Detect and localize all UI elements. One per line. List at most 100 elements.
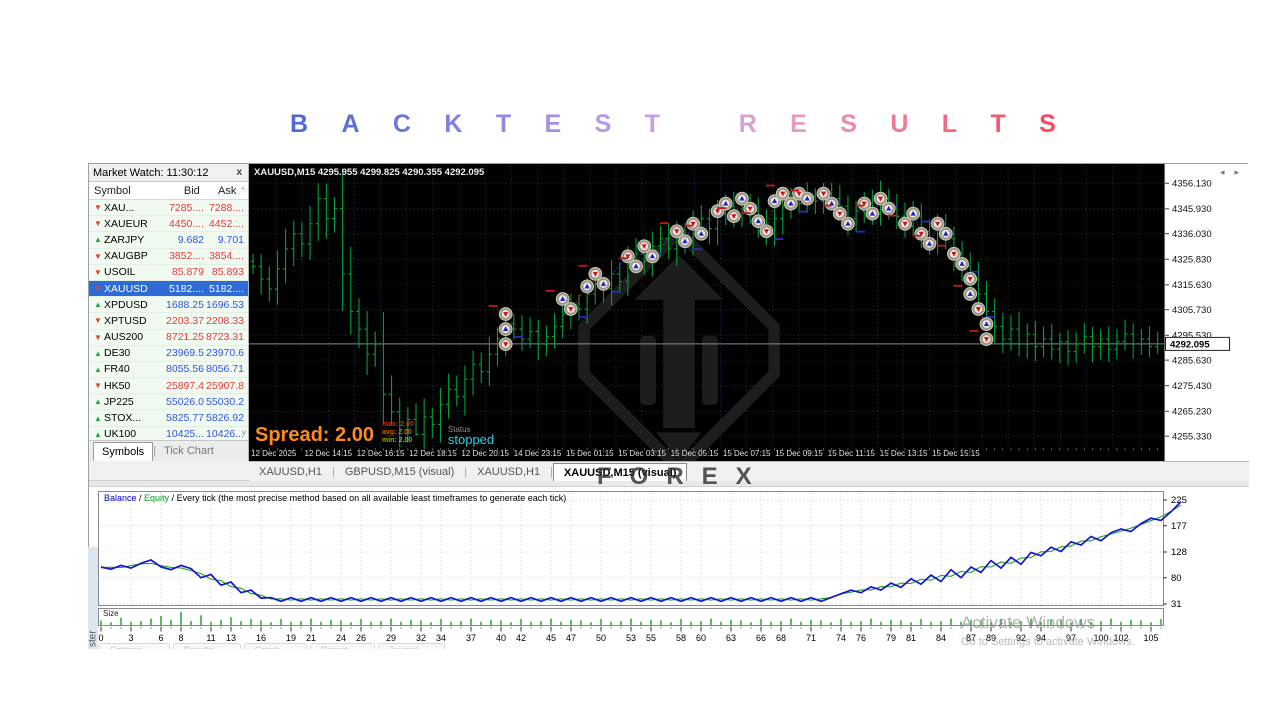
scroll-down-icon[interactable]: v: [242, 428, 246, 437]
market-watch-row-STOX[interactable]: ▲ STOX... 5825.77 5826.92: [89, 410, 248, 427]
symbol-label: JP225: [104, 395, 134, 408]
column-symbol[interactable]: Symbol: [89, 185, 156, 197]
chart-panel[interactable]: XAUUSD,M15 4295.955 4299.825 4290.355 42…: [249, 164, 1164, 461]
trade-marker[interactable]: [678, 234, 692, 249]
trade-marker[interactable]: [963, 287, 978, 301]
trade-marker[interactable]: [963, 272, 978, 286]
trade-marker[interactable]: [979, 332, 994, 347]
chart-tab-xauusd-h1[interactable]: XAUUSD,H1: [249, 462, 332, 481]
title-letter: L: [941, 110, 958, 138]
trade-marker[interactable]: [881, 201, 896, 216]
time-axis-label: 14 Dec 23:15: [513, 449, 562, 458]
time-axis-label: 12 Dec 16:15: [356, 449, 405, 458]
market-watch-row-AUS200[interactable]: ▼ AUS200 8721.25 8723.31: [89, 329, 248, 346]
price-tick-label: 4255.330: [1172, 432, 1212, 443]
trade-marker[interactable]: [955, 256, 969, 271]
market-watch-row-XPTUSD[interactable]: ▼ XPTUSD 2203.37 2208.33: [89, 313, 248, 330]
title-letter: T: [495, 110, 512, 138]
arrow-down-icon: ▼: [94, 203, 102, 213]
trade-marker[interactable]: [922, 236, 937, 251]
tester-y-tick-label: 31: [1171, 599, 1182, 610]
market-watch-tab-tick-chart[interactable]: Tick Chart: [156, 441, 222, 461]
trade-marker[interactable]: [498, 322, 513, 336]
trade-marker[interactable]: [580, 279, 595, 294]
ask-value: 3854....: [208, 250, 244, 263]
column-ask[interactable]: Ask: [200, 185, 239, 197]
trade-marker[interactable]: [645, 249, 660, 264]
tester-legend: Balance / Equity / Every tick (the most …: [104, 493, 566, 503]
title-letter: C: [392, 110, 411, 138]
tester-tab-results[interactable]: Results: [172, 643, 241, 649]
trade-marker[interactable]: [498, 307, 513, 321]
tab-nav-left-icon[interactable]: ◂: [1220, 167, 1225, 178]
tester-tab-report[interactable]: Report: [309, 643, 375, 649]
trade-marker[interactable]: [563, 302, 578, 316]
ask-value: 1696.53: [206, 298, 244, 311]
market-watch-row-XAUUSD[interactable]: ▼ XAUUSD 5182.... 5182....: [89, 280, 248, 298]
spread-value: Spread: 2.00: [255, 424, 374, 446]
ask-value: 8723.31: [206, 331, 244, 344]
trade-marker[interactable]: [694, 226, 709, 241]
ask-value: 5826.92: [206, 412, 244, 425]
market-watch-row-XAUEUR[interactable]: ▼ XAUEUR 4450.... 4452....: [89, 216, 248, 233]
title-letter: B: [290, 110, 309, 138]
trade-marker[interactable]: [865, 206, 880, 221]
trade-marker[interactable]: [629, 259, 643, 274]
price-scale[interactable]: 4356.130 4345.930 4336.030 4325.830 4315.630…: [1164, 164, 1249, 461]
market-watch-tab-symbols[interactable]: Symbols: [93, 442, 154, 461]
market-watch-row-USOIL[interactable]: ▼ USOIL 85.879 85.893: [89, 264, 248, 281]
tester-tab-journal[interactable]: Journal: [377, 643, 446, 649]
symbol-label: USOIL: [104, 266, 136, 279]
symbol-label: HK50: [104, 379, 131, 392]
tester-x-tick-label: 71: [806, 633, 816, 643]
scroll-up-icon[interactable]: ^: [238, 186, 248, 195]
trade-marker[interactable]: [971, 302, 986, 316]
trade-marker[interactable]: [800, 191, 815, 206]
tester-x-tick-label: 105: [1143, 633, 1158, 643]
market-watch-row-DE30[interactable]: ▲ DE30 23969.5 23970.6: [89, 345, 248, 362]
trade-marker[interactable]: [938, 226, 953, 241]
trade-marker[interactable]: [906, 206, 921, 221]
market-watch-row-ZARJPY[interactable]: ▲ ZARJPY 9.682 9.701: [89, 232, 248, 249]
trade-marker[interactable]: [759, 224, 774, 239]
tester-x-tick-label: 8: [178, 633, 183, 643]
chart-ohlc-title: XAUUSD,M15 4295.955 4299.825 4290.355 42…: [254, 167, 485, 178]
tester-x-tick-label: 19: [286, 633, 296, 643]
market-watch-row-JP225[interactable]: ▲ JP225 55026.0 55030.2: [89, 394, 248, 411]
chart-tab-gbpusd-m15-visual-[interactable]: GBPUSD,M15 (visual): [335, 462, 464, 481]
time-axis[interactable]: 12 Dec 2025 12 Dec 14:15 12 Dec 16:15 12 De…: [249, 447, 1164, 461]
market-watch-row-FR40[interactable]: ▲ FR40 8055.56 8056.71: [89, 361, 248, 379]
tester-x-tick-label: 84: [936, 633, 946, 643]
market-watch-row-XAU[interactable]: ▼ XAU... 7285.... 7288....: [89, 200, 248, 217]
chart-tab-xauusd-h1[interactable]: XAUUSD,H1: [467, 462, 550, 481]
trade-marker[interactable]: [726, 209, 741, 224]
tester-tab-settings[interactable]: Settings: [99, 643, 170, 649]
market-watch-row-XAUGBP[interactable]: ▼ XAUGBP 3852.... 3854....: [89, 248, 248, 265]
bid-value: 85.879: [171, 266, 204, 279]
bid-value: 9.682: [177, 233, 204, 246]
bid-value: 7285....: [168, 201, 204, 214]
trade-marker[interactable]: [596, 277, 611, 291]
tab-nav-right-icon[interactable]: ▸: [1234, 167, 1239, 178]
broker-logo-watermark: [578, 224, 780, 461]
price-tick-label: 4265.230: [1172, 407, 1212, 418]
column-bid[interactable]: Bid: [156, 185, 200, 197]
close-icon[interactable]: x: [234, 167, 244, 178]
arrow-up-icon: ▲: [94, 429, 102, 439]
ask-value: 85.893: [211, 266, 244, 279]
tester-x-tick-label: 74: [836, 633, 846, 643]
trade-marker[interactable]: [841, 216, 855, 231]
trade-marker[interactable]: [979, 317, 994, 331]
market-watch-row-XPDUSD[interactable]: ▲ XPDUSD 1688.25 1696.53: [89, 297, 248, 314]
time-axis-label: 15 Dec 03:15: [618, 449, 666, 458]
title-letter: T: [990, 110, 1006, 138]
market-watch-row-HK50[interactable]: ▼ HK50 25897.4 25907.8: [89, 378, 248, 395]
tester-tab-graph[interactable]: Graph: [243, 643, 307, 649]
candlestick-chart[interactable]: [249, 164, 1164, 461]
price-tick-label: 4285.630: [1172, 356, 1212, 367]
price-tick-label: 4275.430: [1172, 381, 1212, 392]
arrow-down-icon: ▼: [94, 381, 102, 391]
status-value: stopped: [447, 432, 495, 447]
price-tick-label: 4345.930: [1172, 204, 1212, 215]
trade-marker[interactable]: [498, 337, 513, 352]
